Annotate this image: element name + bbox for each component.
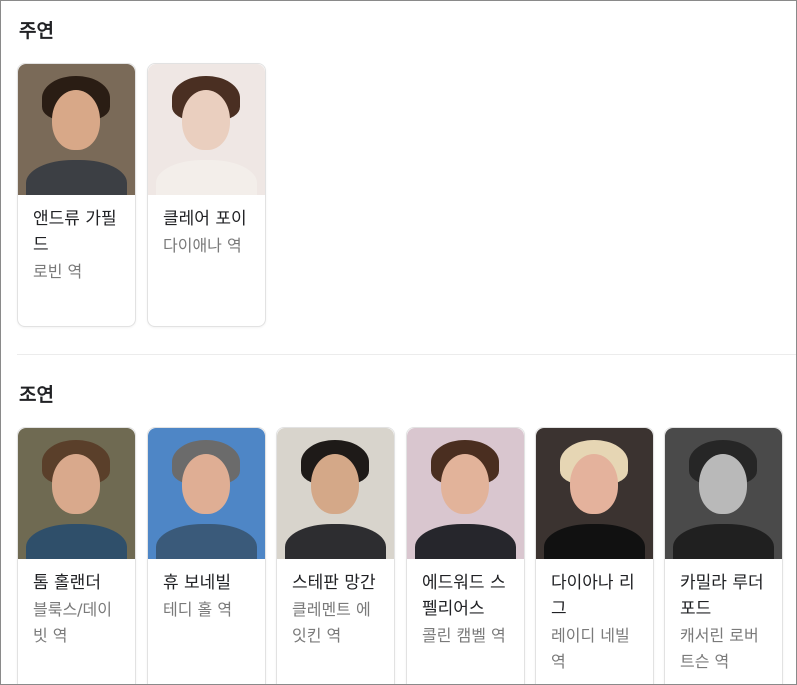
cast-card[interactable]: 다이아나 리그 레이디 네빌 역 <box>535 427 654 684</box>
cast-card[interactable]: 에드워드 스펠리어스 콜린 캠벨 역 <box>406 427 525 684</box>
cast-card[interactable]: 클레어 포이 다이애나 역 <box>147 63 266 327</box>
cast-card[interactable]: 톰 홀랜더 블룩스/데이빗 역 <box>17 427 136 684</box>
cast-role: 클레멘트 에잇킨 역 <box>292 600 371 645</box>
cast-card[interactable]: 스테판 망간 클레멘트 에잇킨 역 <box>276 427 395 684</box>
cast-role: 다이애나 역 <box>163 236 242 255</box>
cast-panel: 주연 앤드류 가필드 로빈 역 클레어 포이 다이애나 역 조연 톰 홀랜더 블… <box>0 0 797 685</box>
section-title-supporting: 조연 <box>19 384 54 406</box>
cast-photo <box>18 64 135 195</box>
section-title-main: 주연 <box>19 20 54 42</box>
cast-name: 에드워드 스펠리어스 <box>422 573 506 619</box>
cast-name: 카밀라 루더포드 <box>680 573 764 619</box>
cast-photo <box>536 428 653 559</box>
section-divider <box>17 354 796 355</box>
cast-role: 테디 홀 역 <box>163 600 233 619</box>
cast-name: 휴 보네빌 <box>163 573 231 593</box>
cast-role: 레이디 네빌 역 <box>551 626 630 671</box>
cast-name: 스테판 망간 <box>292 573 376 593</box>
cast-photo <box>277 428 394 559</box>
cast-role: 블룩스/데이빗 역 <box>33 600 112 645</box>
cast-photo <box>148 428 265 559</box>
cast-photo <box>148 64 265 195</box>
cast-name: 톰 홀랜더 <box>33 573 101 593</box>
cast-photo <box>407 428 524 559</box>
cast-card[interactable]: 앤드류 가필드 로빈 역 <box>17 63 136 327</box>
cast-role: 캐서린 로버트슨 역 <box>680 626 759 671</box>
cast-role: 콜린 캠벨 역 <box>422 626 506 645</box>
cast-name: 다이아나 리그 <box>551 573 635 619</box>
cast-role: 로빈 역 <box>33 262 83 281</box>
cast-photo <box>665 428 782 559</box>
cast-name: 앤드류 가필드 <box>33 209 117 255</box>
cast-card[interactable]: 휴 보네빌 테디 홀 역 <box>147 427 266 684</box>
cast-photo <box>18 428 135 559</box>
cast-name: 클레어 포이 <box>163 209 247 229</box>
cast-card[interactable]: 카밀라 루더포드 캐서린 로버트슨 역 <box>664 427 783 684</box>
